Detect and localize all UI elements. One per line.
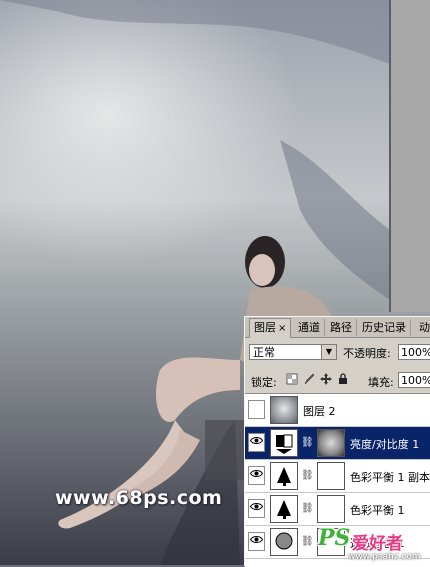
- layer-mask-thumbnail: [317, 429, 345, 457]
- fill-input[interactable]: 100%: [398, 372, 430, 388]
- layer-name[interactable]: 图层 2: [303, 403, 336, 419]
- close-icon[interactable]: ×: [278, 323, 286, 334]
- color-balance-icon: [270, 462, 298, 490]
- watermark-text: www.68ps.com: [55, 487, 223, 509]
- lock-brush-icon[interactable]: [303, 373, 315, 385]
- tab-layers[interactable]: 图层 ×: [249, 318, 292, 338]
- color-balance-icon: [270, 495, 298, 523]
- layer-row[interactable]: ⛓ 色彩平衡 1 副本: [245, 460, 430, 493]
- eye-icon[interactable]: [248, 466, 265, 485]
- lock-label: 锁定:: [251, 376, 277, 389]
- tab-actions[interactable]: 动: [415, 319, 430, 336]
- site-logo: PS 爱好者 www.psahz.com: [318, 523, 430, 565]
- layer-mask-thumbnail: [317, 462, 345, 490]
- lock-move-icon[interactable]: [320, 373, 332, 385]
- tab-channels[interactable]: 通道: [294, 319, 325, 336]
- lock-transparent-icon[interactable]: [286, 373, 298, 385]
- workspace-background: [391, 0, 430, 312]
- opacity-label: 不透明度:: [343, 347, 391, 360]
- layer-row[interactable]: 图层 2: [245, 394, 430, 427]
- eye-icon[interactable]: [248, 499, 265, 518]
- logo-cn: 爱好者: [352, 534, 403, 554]
- link-chain-icon[interactable]: ⛓: [301, 535, 314, 549]
- layer-thumbnail: [270, 396, 298, 424]
- lock-all-icon[interactable]: [337, 373, 349, 385]
- layer-mask-thumbnail: [317, 495, 345, 523]
- layer-name[interactable]: 色彩平衡 1: [350, 502, 405, 518]
- blend-mode-value: 正常: [253, 346, 275, 359]
- logo-ps: PS: [318, 525, 351, 551]
- tab-history[interactable]: 历史记录: [358, 319, 411, 336]
- layer-name[interactable]: 色彩平衡 1 副本: [350, 469, 430, 485]
- opacity-input[interactable]: 100%: [398, 344, 430, 360]
- link-chain-icon[interactable]: ⛓: [301, 436, 314, 450]
- fill-label: 填充:: [368, 376, 394, 389]
- eye-icon[interactable]: [248, 433, 265, 452]
- blend-mode-select[interactable]: 正常 ▼: [249, 344, 337, 360]
- eye-icon[interactable]: [248, 532, 265, 551]
- link-chain-icon[interactable]: ⛓: [301, 469, 314, 483]
- panel-tabs: 图层 × 通道 路径 历史记录 动: [245, 317, 430, 338]
- tab-layers-label: 图层: [254, 321, 276, 334]
- layer-row[interactable]: ⛓ 色彩平衡 1: [245, 493, 430, 526]
- link-chain-icon[interactable]: ⛓: [301, 502, 314, 516]
- tab-paths[interactable]: 路径: [326, 319, 357, 336]
- layer-row[interactable]: ⛓ 亮度/对比度 1: [245, 427, 430, 460]
- selective-color-icon: [270, 528, 298, 556]
- logo-url: www.psahz.com: [348, 552, 421, 562]
- chevron-down-icon[interactable]: ▼: [321, 345, 336, 359]
- brightness-contrast-icon: [270, 429, 298, 457]
- layer-name[interactable]: 亮度/对比度 1: [350, 436, 419, 452]
- visibility-toggle[interactable]: [248, 400, 265, 419]
